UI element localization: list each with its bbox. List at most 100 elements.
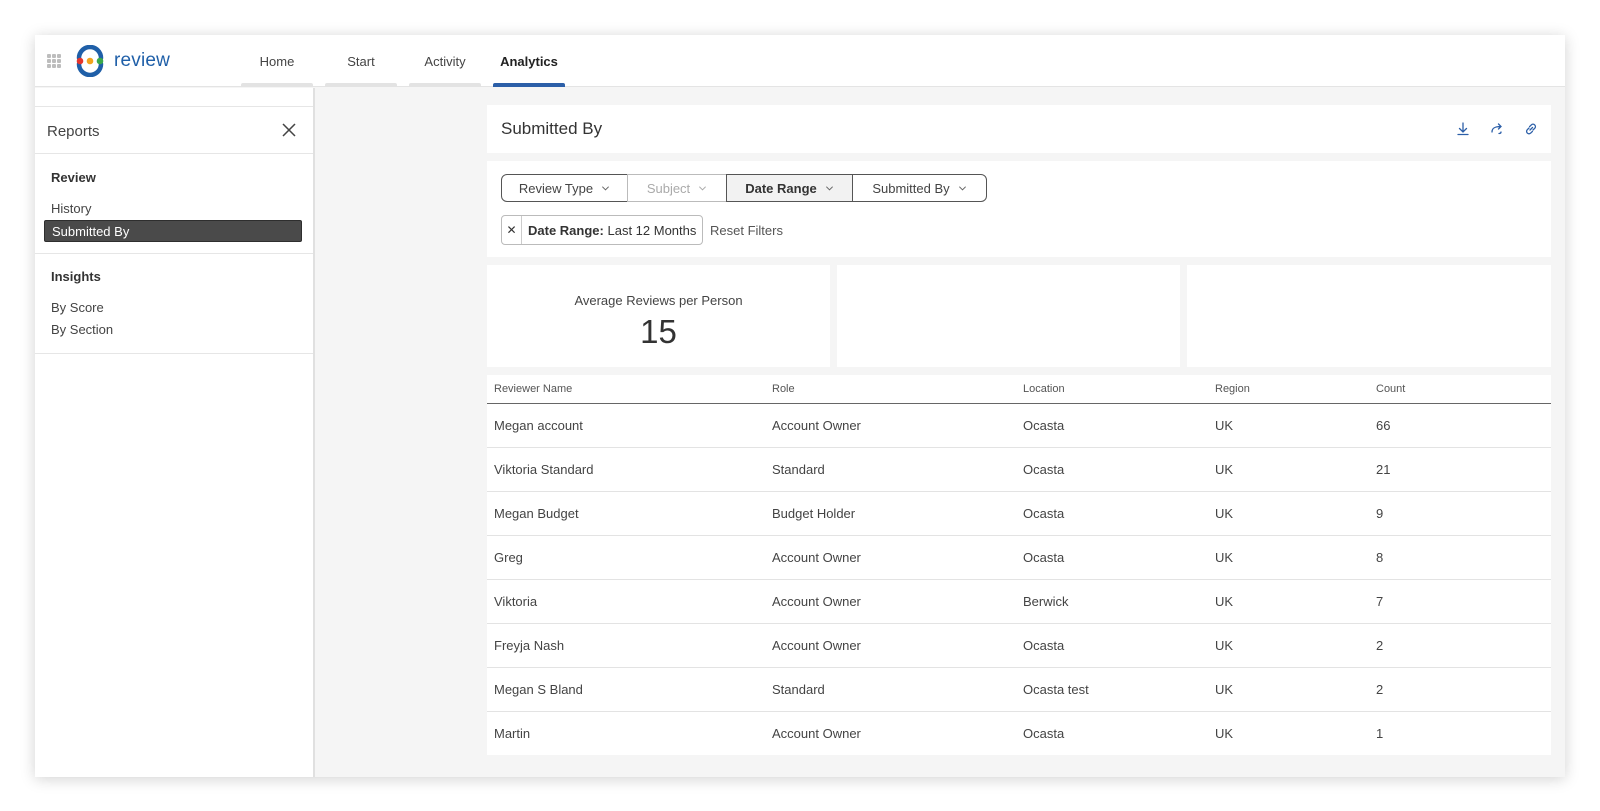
- remove-filter-icon[interactable]: ✕: [502, 216, 522, 244]
- sidebar-header: Reports: [35, 106, 313, 154]
- column-header[interactable]: Region: [1208, 375, 1369, 404]
- table-row[interactable]: Viktoria Account Owner Berwick UK 7: [487, 579, 1551, 624]
- filter-label: Submitted By: [872, 180, 950, 196]
- cell-region: UK: [1208, 535, 1369, 580]
- cell-role: Account Owner: [765, 623, 1016, 668]
- filter-label: Subject: [646, 180, 691, 196]
- top-bar: review Home Start Activity Analytics: [35, 35, 1565, 87]
- download-icon[interactable]: [1455, 121, 1471, 137]
- cell-count: 21: [1369, 447, 1551, 492]
- cell-region: UK: [1208, 623, 1369, 668]
- tab-start[interactable]: Start: [319, 35, 403, 87]
- table-row[interactable]: Martin Account Owner Ocasta UK 1: [487, 711, 1551, 755]
- chevron-down-icon: [825, 185, 833, 191]
- cell-region: UK: [1208, 491, 1369, 536]
- cell-role: Standard: [765, 667, 1016, 712]
- cell-reviewer-name: Megan S Bland: [487, 667, 765, 712]
- cell-role: Budget Holder: [765, 491, 1016, 536]
- cell-location: Ocasta test: [1016, 667, 1208, 712]
- column-header[interactable]: Reviewer Name: [487, 375, 765, 404]
- report-actions: [1455, 121, 1539, 137]
- cell-reviewer-name: Martin: [494, 725, 531, 741]
- filter-submitted-by[interactable]: Submitted By: [852, 174, 987, 202]
- tab-analytics[interactable]: Analytics: [487, 35, 571, 87]
- app-logo[interactable]: review: [74, 45, 170, 77]
- cell-role: Account Owner: [765, 403, 1016, 448]
- link-icon[interactable]: [1523, 121, 1539, 137]
- sidebar-section-title: Insights: [51, 269, 101, 284]
- cell-reviewer-name: Viktoria: [487, 579, 765, 624]
- table-row[interactable]: Megan S Bland Standard Ocasta test UK 2: [487, 667, 1551, 712]
- cell-location: Ocasta: [1016, 623, 1208, 668]
- column-header[interactable]: Location: [1016, 375, 1208, 404]
- filter-review-type[interactable]: Review Type: [501, 174, 628, 202]
- cell-role: Account Owner: [772, 725, 861, 741]
- table-row[interactable]: Megan account Account Owner Ocasta UK 66: [487, 403, 1551, 448]
- sidebar-item-by-section[interactable]: By Section: [44, 319, 302, 341]
- cell-region: UK: [1208, 579, 1369, 624]
- page-title: Submitted By: [501, 119, 603, 138]
- cell-location: Berwick: [1016, 579, 1208, 624]
- cell-reviewer-name: Viktoria Standard: [487, 447, 765, 492]
- app-window: review Home Start Activity Analytics Rep…: [35, 35, 1565, 777]
- sidebar-section-insights: Insights By Score By Section: [35, 254, 313, 354]
- cell-location: Ocasta: [1016, 447, 1208, 492]
- cell-count: 7: [1369, 579, 1551, 624]
- logo-icon: [76, 45, 104, 77]
- cell-region: UK: [1208, 403, 1369, 448]
- table-row[interactable]: Greg Account Owner Ocasta UK 8: [487, 535, 1551, 580]
- cell-reviewer-name: Freyja Nash: [487, 623, 765, 668]
- stat-value: 15: [640, 313, 677, 350]
- share-icon[interactable]: [1489, 121, 1505, 137]
- filter-panel: Review Type Subject Date Range Submitted…: [487, 161, 1551, 257]
- cell-count: 66: [1369, 403, 1551, 448]
- filter-date-range[interactable]: Date Range: [726, 174, 853, 202]
- cell-region: UK: [1208, 447, 1369, 492]
- reviewers-table: Reviewer Name Role Location Region Count…: [487, 375, 1551, 755]
- cell-role: Standard: [765, 447, 1016, 492]
- cell-location: Ocasta: [1023, 725, 1065, 741]
- active-filter-chip: ✕ Date Range: Last 12 Months: [501, 215, 704, 245]
- chip-value: Last 12 Months: [607, 222, 697, 238]
- chevron-down-icon: [699, 185, 707, 191]
- table-row[interactable]: Megan Budget Budget Holder Ocasta UK 9: [487, 491, 1551, 536]
- tab-home[interactable]: Home: [235, 35, 319, 87]
- reports-sidebar: Reports Review History Submitted By Insi…: [35, 88, 315, 777]
- sidebar-item-by-score[interactable]: By Score: [44, 297, 302, 319]
- cell-region: UK: [1215, 725, 1234, 741]
- chevron-down-icon: [602, 185, 610, 191]
- sidebar-item-submitted-by[interactable]: Submitted By: [44, 220, 302, 242]
- filter-label: Review Type: [518, 180, 594, 196]
- logo-text: review: [114, 50, 171, 71]
- cell-count: 2: [1369, 667, 1551, 712]
- cell-reviewer-name: Megan account: [487, 403, 765, 448]
- stat-card-average: Average Reviews per Person 15: [487, 265, 830, 367]
- filter-subject[interactable]: Subject: [627, 174, 727, 202]
- close-icon[interactable]: [281, 122, 297, 138]
- cell-location: Ocasta: [1016, 403, 1208, 448]
- stat-card-empty: [837, 265, 1180, 367]
- table-header-row: Reviewer Name Role Location Region Count: [487, 375, 1551, 404]
- sidebar-title: Reports: [47, 123, 100, 140]
- column-header[interactable]: Role: [765, 375, 1016, 404]
- column-header[interactable]: Count: [1369, 375, 1551, 404]
- cell-location: Ocasta: [1016, 491, 1208, 536]
- cell-location: Ocasta: [1016, 535, 1208, 580]
- chevron-down-icon: [958, 185, 966, 191]
- reset-filters-link[interactable]: Reset Filters: [710, 223, 783, 238]
- filter-label: Date Range: [745, 180, 817, 196]
- stat-label: Average Reviews per Person: [574, 293, 743, 308]
- tab-activity[interactable]: Activity: [403, 35, 487, 87]
- cell-count: 8: [1369, 535, 1551, 580]
- table-row[interactable]: Freyja Nash Account Owner Ocasta UK 2: [487, 623, 1551, 668]
- cell-role: Account Owner: [765, 535, 1016, 580]
- table-row[interactable]: Viktoria Standard Standard Ocasta UK 21: [487, 447, 1551, 492]
- sidebar-item-history[interactable]: History: [44, 198, 302, 220]
- app-launcher-icon[interactable]: [47, 54, 61, 68]
- sidebar-section-title: Review: [51, 170, 96, 185]
- cell-reviewer-name: Megan Budget: [487, 491, 765, 536]
- reviewers-table-card: Reviewer Name Role Location Region Count…: [487, 375, 1551, 755]
- cell-count: 1: [1376, 725, 1384, 741]
- cell-role: Account Owner: [765, 579, 1016, 624]
- main-nav: Home Start Activity Analytics: [235, 35, 571, 87]
